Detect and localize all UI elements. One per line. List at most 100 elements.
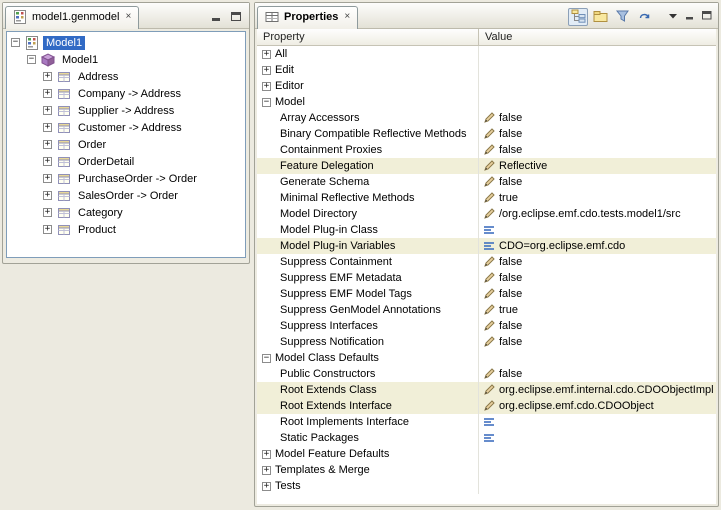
property-value-cell xyxy=(479,350,716,366)
property-value-cell[interactable] xyxy=(479,222,716,238)
property-value-cell[interactable] xyxy=(479,414,716,430)
property-value-cell[interactable]: false xyxy=(479,126,716,142)
property-category-row[interactable]: +Editor xyxy=(257,78,716,94)
property-value-cell[interactable]: true xyxy=(479,190,716,206)
expand-toggle-icon[interactable]: + xyxy=(43,157,52,166)
property-value-cell[interactable]: false xyxy=(479,334,716,350)
property-category-row[interactable]: +Edit xyxy=(257,62,716,78)
tree-item[interactable]: +Category xyxy=(7,204,245,221)
property-category-row[interactable]: +Tests xyxy=(257,478,716,494)
property-row[interactable]: Model Plug-in Class xyxy=(257,222,716,238)
tree-item[interactable]: +Customer -> Address xyxy=(7,119,245,136)
property-category-row[interactable]: +Model Feature Defaults xyxy=(257,446,716,462)
column-header-property[interactable]: Property xyxy=(257,29,479,45)
property-row[interactable]: Minimal Reflective Methodstrue xyxy=(257,190,716,206)
property-row[interactable]: Binary Compatible Reflective Methodsfals… xyxy=(257,126,716,142)
property-value-cell[interactable]: false xyxy=(479,142,716,158)
property-value-cell[interactable]: true xyxy=(479,302,716,318)
maximize-button[interactable] xyxy=(228,9,244,23)
property-value-cell[interactable] xyxy=(479,430,716,446)
property-row[interactable]: Suppress Containmentfalse xyxy=(257,254,716,270)
expand-toggle-icon[interactable]: + xyxy=(43,106,52,115)
property-value-cell[interactable]: org.eclipse.emf.cdo.CDOObject xyxy=(479,398,716,414)
property-row[interactable]: Suppress EMF Model Tagsfalse xyxy=(257,286,716,302)
expand-toggle-icon[interactable]: + xyxy=(262,482,271,491)
tree-item[interactable]: +SalesOrder -> Order xyxy=(7,187,245,204)
property-row[interactable]: Root Extends Interfaceorg.eclipse.emf.cd… xyxy=(257,398,716,414)
show-categories-button[interactable] xyxy=(590,8,610,26)
property-row[interactable]: Static Packages xyxy=(257,430,716,446)
expand-toggle-icon[interactable]: + xyxy=(262,50,271,59)
expand-toggle-icon[interactable]: + xyxy=(43,89,52,98)
minimize-button[interactable] xyxy=(208,9,224,23)
expand-toggle-icon[interactable]: + xyxy=(262,82,271,91)
property-row[interactable]: Public Constructorsfalse xyxy=(257,366,716,382)
property-value-cell[interactable]: false xyxy=(479,318,716,334)
tree-mode-button[interactable] xyxy=(568,8,588,26)
property-row[interactable]: Suppress GenModel Annotations true xyxy=(257,302,716,318)
restore-default-button[interactable] xyxy=(634,8,654,26)
expand-toggle-icon[interactable]: + xyxy=(43,123,52,132)
property-row[interactable]: Array Accessorsfalse xyxy=(257,110,716,126)
tree-item[interactable]: +Supplier -> Address xyxy=(7,102,245,119)
property-value-cell[interactable]: false xyxy=(479,286,716,302)
collapse-toggle-icon[interactable]: − xyxy=(262,354,271,363)
property-row[interactable]: Containment Proxiesfalse xyxy=(257,142,716,158)
view-menu-button[interactable] xyxy=(665,8,680,26)
expand-toggle-icon[interactable]: + xyxy=(262,66,271,75)
property-row[interactable]: Root Implements Interface xyxy=(257,414,716,430)
property-value-cell[interactable]: false xyxy=(479,366,716,382)
tree-item[interactable]: +Company -> Address xyxy=(7,85,245,102)
tree-item[interactable]: +Product xyxy=(7,221,245,238)
tree-item[interactable]: −Model1 xyxy=(7,51,245,68)
close-icon[interactable]: × xyxy=(125,12,131,22)
tree-item[interactable]: −Model1 xyxy=(7,34,245,51)
property-category-row[interactable]: +Templates & Merge xyxy=(257,462,716,478)
property-category-row[interactable]: −Model Class Defaults xyxy=(257,350,716,366)
property-row[interactable]: Root Extends Classorg.eclipse.emf.intern… xyxy=(257,382,716,398)
properties-tab[interactable]: Properties × xyxy=(257,6,358,29)
column-header-value[interactable]: Value xyxy=(479,29,716,45)
property-row[interactable]: Model Directory/org.eclipse.emf.cdo.test… xyxy=(257,206,716,222)
property-value-cell[interactable]: false xyxy=(479,254,716,270)
minimize-button[interactable] xyxy=(682,8,697,26)
property-label: Suppress GenModel Annotations xyxy=(280,303,441,318)
expand-toggle-icon[interactable]: + xyxy=(43,174,52,183)
property-value-cell[interactable]: Reflective xyxy=(479,158,716,174)
property-row[interactable]: Suppress Notificationfalse xyxy=(257,334,716,350)
property-value-cell[interactable]: false xyxy=(479,270,716,286)
property-row[interactable]: Suppress Interfacesfalse xyxy=(257,318,716,334)
tree-mode-icon xyxy=(571,9,586,26)
expand-toggle-icon[interactable]: + xyxy=(43,208,52,217)
tree-item[interactable]: +Order xyxy=(7,136,245,153)
tree-item[interactable]: +PurchaseOrder -> Order xyxy=(7,170,245,187)
tree-item[interactable]: +Address xyxy=(7,68,245,85)
property-value-cell[interactable]: /org.eclipse.emf.cdo.tests.model1/src xyxy=(479,206,716,222)
expand-toggle-icon[interactable]: + xyxy=(43,140,52,149)
filter-advanced-button[interactable] xyxy=(612,8,632,26)
property-row[interactable]: Suppress EMF Metadatafalse xyxy=(257,270,716,286)
expand-toggle-icon[interactable]: + xyxy=(262,450,271,459)
editor-tab[interactable]: model1.genmodel × xyxy=(5,6,139,29)
property-value-cell[interactable]: false xyxy=(479,110,716,126)
property-value: false xyxy=(499,143,522,158)
collapse-toggle-icon[interactable]: − xyxy=(11,38,20,47)
property-value-cell[interactable]: org.eclipse.emf.internal.cdo.CDOObjectIm… xyxy=(479,382,716,398)
expand-toggle-icon[interactable]: + xyxy=(43,72,52,81)
tree-item[interactable]: +OrderDetail xyxy=(7,153,245,170)
property-category-row[interactable]: +All xyxy=(257,46,716,62)
property-row[interactable]: Feature DelegationReflective xyxy=(257,158,716,174)
expand-toggle-icon[interactable]: + xyxy=(43,225,52,234)
property-value-cell[interactable]: CDO=org.eclipse.emf.cdo xyxy=(479,238,716,254)
expand-toggle-icon[interactable]: + xyxy=(262,466,271,475)
collapse-toggle-icon[interactable]: − xyxy=(262,98,271,107)
close-icon[interactable]: × xyxy=(344,12,350,22)
expand-toggle-icon[interactable]: + xyxy=(43,191,52,200)
property-category-row[interactable]: −Model xyxy=(257,94,716,110)
property-value: false xyxy=(499,175,522,190)
property-row[interactable]: Generate Schemafalse xyxy=(257,174,716,190)
collapse-toggle-icon[interactable]: − xyxy=(27,55,36,64)
property-value-cell[interactable]: false xyxy=(479,174,716,190)
property-row[interactable]: Model Plug-in VariablesCDO=org.eclipse.e… xyxy=(257,238,716,254)
maximize-button[interactable] xyxy=(699,8,714,26)
